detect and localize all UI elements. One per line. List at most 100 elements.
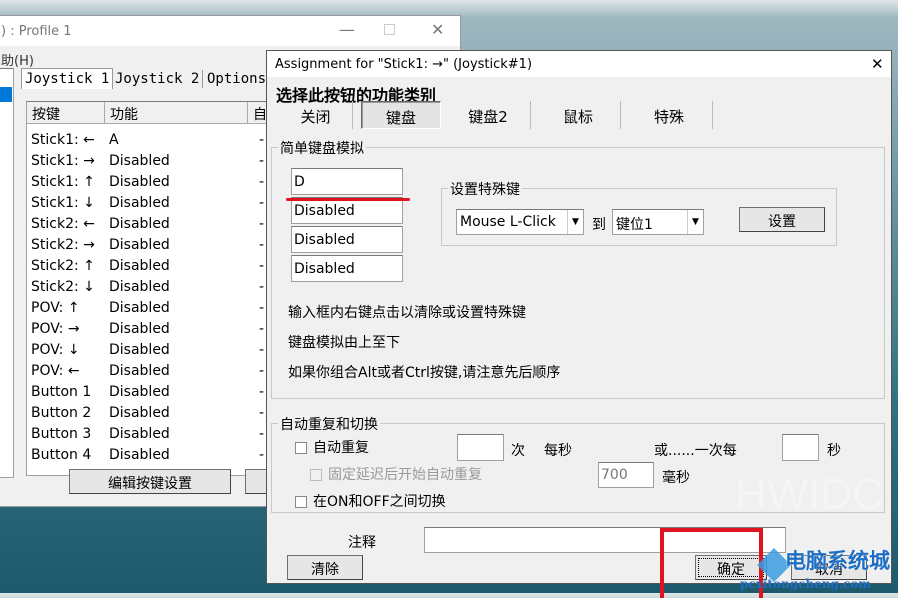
row-key: POV: ↑ <box>31 300 80 316</box>
row-function: Disabled <box>109 447 170 463</box>
profile-list-selected[interactable] <box>0 87 12 102</box>
tab-options[interactable]: Options <box>204 70 269 88</box>
row-function: Disabled <box>109 237 170 253</box>
toggle-checkbox[interactable]: 在ON和OFF之间切换 <box>295 491 446 511</box>
tab-joystick-1[interactable]: Joystick 1 <box>21 68 114 89</box>
dialog-tab[interactable]: 键盘 <box>361 101 441 129</box>
checkbox-icon[interactable] <box>310 469 322 481</box>
tab-joystick-2[interactable]: Joystick 2 <box>112 70 204 88</box>
row-function: Disabled <box>109 300 170 316</box>
row-auto: - <box>259 258 265 274</box>
row-auto: - <box>259 447 265 463</box>
menu-help[interactable]: 助(H) <box>1 50 34 69</box>
row-key: Stick1: ↓ <box>31 195 95 211</box>
row-auto: - <box>259 405 265 421</box>
toggle-text: 在ON和OFF之间切换 <box>313 494 446 510</box>
special-key-select[interactable]: Mouse L-Click ▼ <box>456 209 584 235</box>
clear-button[interactable]: 清除 <box>287 555 363 580</box>
special-key-label: 设置特殊键 <box>448 179 522 199</box>
row-function: Disabled <box>109 195 170 211</box>
row-function: Disabled <box>109 342 170 358</box>
dialog-tab[interactable]: 键盘2 <box>446 101 531 129</box>
watermark-url: pcxitongcheng.com <box>740 577 872 591</box>
maximize-icon[interactable] <box>384 24 395 35</box>
row-function: Disabled <box>109 363 170 379</box>
main-window-title: ) : Profile 1 <box>1 24 72 39</box>
row-auto: - <box>259 195 265 211</box>
special-key-value: Mouse L-Click <box>460 214 556 230</box>
to-label: 到 <box>592 217 606 233</box>
key-input-4[interactable]: Disabled <box>291 255 403 282</box>
seconds-input[interactable] <box>782 434 819 461</box>
row-key: Stick2: ← <box>31 216 95 232</box>
row-key: Stick1: ← <box>31 132 95 148</box>
row-function: Disabled <box>109 321 170 337</box>
times-input[interactable] <box>457 434 504 461</box>
dialog-title: Assignment for "Stick1: →" (Joystick#1) <box>275 57 533 72</box>
row-key: POV: → <box>31 321 80 337</box>
col-header-function[interactable]: 功能 <box>105 102 248 124</box>
dialog-tab[interactable]: 关闭 <box>279 101 353 129</box>
key-input-2[interactable]: Disabled <box>291 197 403 224</box>
row-key: Stick2: → <box>31 237 95 253</box>
minimize-icon[interactable]: — <box>339 20 355 39</box>
delay-input[interactable]: 700 <box>598 462 654 488</box>
row-auto: - <box>259 426 265 442</box>
hint-3: 如果你组合Alt或者Ctrl按键,请注意先后顺序 <box>288 365 561 381</box>
row-function: Disabled <box>109 426 170 442</box>
profile-list[interactable] <box>0 68 14 478</box>
row-auto: - <box>259 174 265 190</box>
auto-repeat-text: 自动重复 <box>313 440 369 456</box>
row-auto: - <box>259 279 265 295</box>
row-function: A <box>109 132 119 148</box>
or-every-label: 或......一次每 <box>654 443 737 459</box>
row-auto: - <box>259 132 265 148</box>
row-auto: - <box>259 321 265 337</box>
ms-label: 毫秒 <box>662 470 690 486</box>
chevron-down-icon[interactable]: ▼ <box>687 210 703 234</box>
hint-2: 键盘模拟由上至下 <box>288 335 400 351</box>
row-auto: - <box>259 153 265 169</box>
row-auto: - <box>259 384 265 400</box>
seconds-label: 秒 <box>827 443 841 459</box>
dialog-close-icon[interactable]: ✕ <box>871 55 884 73</box>
slot-value: 键位1 <box>616 217 653 233</box>
row-key: Stick2: ↓ <box>31 279 95 295</box>
simple-keyboard-label: 简单键盘模拟 <box>278 138 366 158</box>
chevron-down-icon[interactable]: ▼ <box>567 210 583 234</box>
edit-key-settings-button[interactable]: 编辑按键设置 <box>69 469 231 494</box>
col-header-key[interactable]: 按键 <box>27 102 105 124</box>
dialog-tab[interactable]: 特殊 <box>626 101 713 129</box>
per-second-label: 每秒 <box>544 443 572 459</box>
row-key: Button 2 <box>31 405 92 421</box>
row-auto: - <box>259 342 265 358</box>
close-icon[interactable]: ✕ <box>431 20 444 39</box>
set-button[interactable]: 设置 <box>739 207 825 232</box>
fixed-delay-checkbox[interactable]: 固定延迟后开始自动重复 <box>310 464 482 484</box>
row-function: Disabled <box>109 384 170 400</box>
main-title-bar: ) : Profile 1 — ✕ <box>0 16 460 46</box>
row-key: POV: ← <box>31 363 80 379</box>
row-key: Stick1: → <box>31 153 95 169</box>
row-key: Stick2: ↑ <box>31 258 95 274</box>
row-function: Disabled <box>109 258 170 274</box>
hint-1: 输入框内右键点击以清除或设置特殊键 <box>288 305 526 321</box>
row-key: POV: ↓ <box>31 342 80 358</box>
note-label: 注释 <box>348 535 376 551</box>
row-function: Disabled <box>109 174 170 190</box>
row-auto: - <box>259 300 265 316</box>
row-key: Button 3 <box>31 426 92 442</box>
key-input-3[interactable]: Disabled <box>291 226 403 253</box>
row-function: Disabled <box>109 216 170 232</box>
slot-select[interactable]: 键位1 ▼ <box>612 209 704 235</box>
row-auto: - <box>259 216 265 232</box>
times-label: 次 <box>511 443 525 459</box>
checkbox-icon[interactable] <box>295 496 307 508</box>
checkbox-icon[interactable] <box>295 442 307 454</box>
dialog-title-bar: Assignment for "Stick1: →" (Joystick#1) … <box>267 51 891 77</box>
key-input-1[interactable]: D <box>291 168 403 195</box>
auto-repeat-checkbox[interactable]: 自动重复 <box>295 437 369 457</box>
row-function: Disabled <box>109 405 170 421</box>
dialog-tab[interactable]: 鼠标 <box>536 101 621 129</box>
row-key: Button 1 <box>31 384 92 400</box>
